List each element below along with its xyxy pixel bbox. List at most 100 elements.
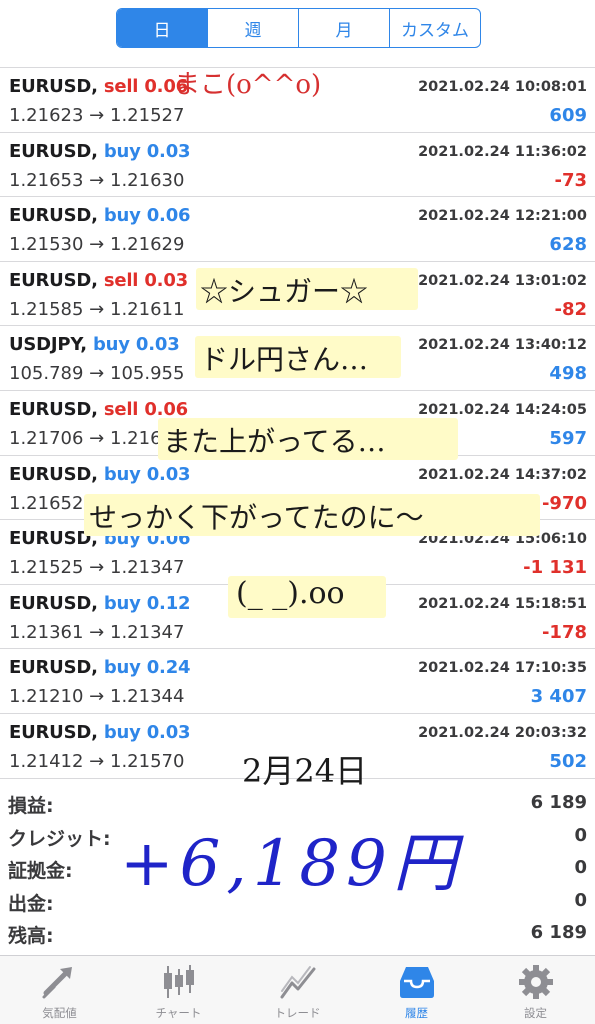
open-price: 1.21652	[9, 492, 84, 514]
trade-lots: 0.12	[146, 592, 191, 614]
trade-header: EURUSD, buy 0.06	[9, 205, 191, 227]
summary-label: クレジット:	[8, 827, 111, 850]
trade-side-label: sell	[103, 398, 139, 420]
trade-header: EURUSD, sell 0.06	[9, 76, 188, 97]
trade-time: 2021.02.24 13:40:12	[418, 337, 587, 354]
summary-value: 0	[574, 857, 587, 878]
handwritten-note-line1: ドル円さん…	[200, 343, 369, 376]
trade-side-label: buy	[103, 205, 141, 227]
trade-lots: 0.06	[144, 398, 188, 420]
trade-prices: 1.21210 → 1.21344	[9, 686, 184, 707]
trade-lots: 0.24	[146, 657, 191, 679]
trade-header: EURUSD, buy 0.12	[9, 592, 191, 614]
period-tab-month[interactable]: 月	[298, 9, 389, 47]
trade-header: USDJPY, buy 0.03	[9, 334, 180, 355]
trade-side-label: sell	[103, 76, 139, 97]
handwritten-date: 2月24日	[242, 752, 368, 790]
open-price: 1.21361	[9, 621, 84, 643]
trade-row[interactable]: EURUSD, buy 0.24 2021.02.24 17:10:35 1.212…	[0, 649, 595, 714]
trade-profit: -73	[554, 169, 587, 191]
trade-time: 2021.02.24 10:08:01	[418, 79, 587, 95]
trade-profit: -970	[541, 492, 587, 514]
open-price: 1.21412	[9, 750, 84, 772]
trade-time: 2021.02.24 14:24:05	[418, 401, 587, 418]
tab-settings[interactable]: 設定	[476, 956, 595, 1024]
tab-history[interactable]: 履歴	[357, 956, 476, 1024]
trade-symbol: EURUSD,	[9, 657, 98, 679]
handwritten-note-face: (_ _).oo	[236, 576, 345, 611]
trade-symbol: EURUSD,	[9, 205, 98, 227]
tab-chart[interactable]: チャート	[119, 956, 238, 1024]
tab-trade[interactable]: トレード	[238, 956, 357, 1024]
close-price: 1.21347	[110, 557, 185, 579]
close-price: 1.21344	[110, 686, 185, 708]
trade-lots: 0.03	[135, 334, 180, 356]
trade-side: buy 0.03	[104, 722, 191, 743]
trade-header: EURUSD, buy 0.03	[9, 140, 191, 162]
open-price: 1.21210	[9, 686, 84, 708]
trade-row[interactable]: EURUSD, buy 0.06 2021.02.24 12:21:00 1.215…	[0, 197, 595, 262]
summary-value: 6 189	[530, 922, 587, 943]
arrow-icon: →	[89, 105, 105, 126]
summary-label: 証拠金:	[8, 860, 73, 882]
trade-profit: 3 407	[530, 686, 587, 708]
trade-lots: 0.03	[146, 721, 191, 743]
trade-prices: 1.21361 → 1.21347	[9, 622, 184, 643]
trade-time: 2021.02.24 13:01:02	[418, 272, 587, 289]
period-tab-custom[interactable]: カスタム	[389, 9, 480, 47]
trade-header: EURUSD, sell 0.06	[9, 399, 188, 420]
trade-profit: -82	[554, 298, 587, 320]
trade-lots: 0.06	[146, 205, 191, 227]
trade-side-label: buy	[103, 463, 141, 485]
trade-profit: 502	[549, 750, 587, 772]
arrow-icon: →	[89, 621, 105, 643]
trade-profit: -178	[541, 621, 587, 643]
arrow-icon: →	[89, 750, 105, 772]
trade-profit: 597	[549, 427, 587, 449]
trade-time: 2021.02.24 12:21:00	[418, 208, 587, 225]
trade-prices: 1.21623 → 1.21527	[9, 105, 184, 126]
close-price: 1.21570	[110, 750, 185, 772]
summary-value: 6 189	[530, 792, 587, 813]
trade-prices: 105.789 → 105.955	[9, 363, 184, 384]
bottom-tab-bar: 気配値 チャート トレード 履歴 設定	[0, 955, 595, 1024]
handwritten-note-line3: せっかく下がってたのに〜	[89, 501, 424, 534]
tab-label: トレード	[274, 1006, 321, 1020]
arrow-icon: →	[89, 234, 105, 256]
arrow-icon: →	[89, 557, 105, 579]
trade-row[interactable]: EURUSD, buy 0.03 2021.02.24 11:36:02 1.216…	[0, 133, 595, 198]
handwritten-name-note: まこ(o^^o)	[174, 70, 322, 100]
trade-prices: 1.21585 → 1.21611	[9, 299, 184, 320]
trade-prices: 1.21525 → 1.21347	[9, 557, 184, 578]
close-price: 105.955	[110, 363, 185, 385]
close-price: 1.21347	[110, 621, 185, 643]
settings-gear-icon	[518, 965, 553, 999]
trade-profit: 609	[549, 105, 587, 126]
trade-symbol: EURUSD,	[9, 140, 98, 162]
trade-time: 2021.02.24 14:37:02	[418, 466, 587, 483]
summary-label: 出金:	[8, 892, 54, 915]
trade-lots: 0.03	[144, 269, 188, 291]
trade-side: sell 0.03	[104, 270, 188, 291]
trade-side-label: buy	[92, 334, 130, 356]
trade-line-icon	[280, 966, 315, 999]
tab-quotes[interactable]: 気配値	[0, 956, 119, 1024]
trade-side: buy 0.03	[93, 334, 180, 355]
trade-lots: 0.03	[146, 463, 191, 485]
open-price: 1.21653	[9, 169, 84, 191]
summary-label: 損益:	[8, 795, 54, 817]
trade-prices: 1.21530 → 1.21629	[9, 234, 184, 255]
period-selector-bar: 日 週 月 カスタム	[0, 0, 595, 58]
period-tab-day[interactable]: 日	[117, 9, 207, 47]
handwritten-note-sugar: ☆シュガー☆	[200, 275, 369, 308]
trade-header: EURUSD, buy 0.03	[9, 722, 191, 743]
trade-profit: -1 131	[523, 557, 587, 579]
trade-time: 2021.02.24 11:36:02	[418, 143, 587, 160]
period-tab-week[interactable]: 週	[207, 9, 298, 47]
arrow-icon: →	[89, 169, 105, 191]
trade-side: sell 0.06	[104, 399, 188, 420]
trade-side: buy 0.06	[104, 205, 191, 226]
quotes-arrows-icon	[42, 967, 72, 999]
trade-header: EURUSD, buy 0.24	[9, 657, 191, 679]
trade-side-label: buy	[103, 657, 141, 679]
